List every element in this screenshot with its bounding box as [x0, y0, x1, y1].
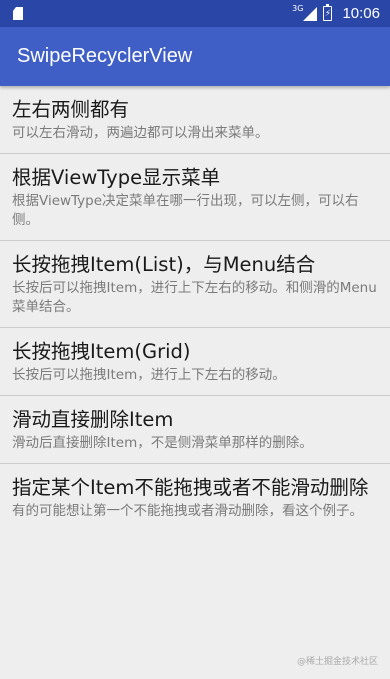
list-item-title: 长按拖拽Item(List)，与Menu结合 [12, 253, 316, 276]
list-item-description: 根据ViewType决定菜单在哪一行出现，可以左侧，可以右侧。 [12, 193, 359, 228]
list-item[interactable]: 长按拖拽Item(Grid) 长按后可以拖拽Item，进行上下左右的移动。 [0, 328, 390, 396]
list-item-description: 滑动后直接删除Item，不是侧滑菜单那样的删除。 [12, 435, 313, 451]
list-item-title: 指定某个Item不能拖拽或者不能滑动删除 [12, 476, 369, 499]
list-item-title: 滑动直接删除Item [12, 408, 174, 431]
status-right: 3G ⚡ 10:06 [292, 0, 380, 27]
list-item-title: 左右两侧都有 [12, 98, 130, 121]
battery-charging-icon: ⚡ [323, 4, 333, 21]
status-bar: 3G ⚡ 10:06 [0, 0, 390, 27]
list-item-description: 长按后可以拖拽Item，进行上下左右的移动。 [12, 367, 286, 383]
app-title: SwipeRecyclerView [17, 45, 193, 67]
sd-card-icon [13, 7, 23, 20]
list-item[interactable]: 根据ViewType显示菜单 根据ViewType决定菜单在哪一行出现，可以左侧… [0, 154, 390, 241]
list-item[interactable]: 长按拖拽Item(List)，与Menu结合 长按后可以拖拽Item，进行上下左… [0, 241, 390, 328]
watermark: @稀土掘金技术社区 [296, 657, 378, 667]
app-bar: SwipeRecyclerView [0, 27, 390, 86]
status-clock: 10:06 [342, 5, 380, 22]
list-item[interactable]: 滑动直接删除Item 滑动后直接删除Item，不是侧滑菜单那样的删除。 [0, 396, 390, 464]
signal-icon [303, 6, 318, 21]
list-item[interactable]: 左右两侧都有 可以左右滑动，两遍边都可以滑出来菜单。 [0, 86, 390, 154]
network-type-label: 3G [292, 4, 304, 13]
menu-list: 左右两侧都有 可以左右滑动，两遍边都可以滑出来菜单。 根据ViewType显示菜… [0, 86, 390, 531]
list-item[interactable]: 指定某个Item不能拖拽或者不能滑动删除 有的可能想让第一个不能拖拽或者滑动删除… [0, 464, 390, 531]
list-item-description: 长按后可以拖拽Item，进行上下左右的移动。和侧滑的Menu菜单结合。 [12, 280, 377, 315]
list-item-title: 长按拖拽Item(Grid) [12, 340, 191, 363]
list-item-description: 可以左右滑动，两遍边都可以滑出来菜单。 [12, 125, 269, 141]
list-item-title: 根据ViewType显示菜单 [12, 166, 221, 189]
list-item-description: 有的可能想让第一个不能拖拽或者滑动删除，看这个例子。 [12, 503, 363, 519]
